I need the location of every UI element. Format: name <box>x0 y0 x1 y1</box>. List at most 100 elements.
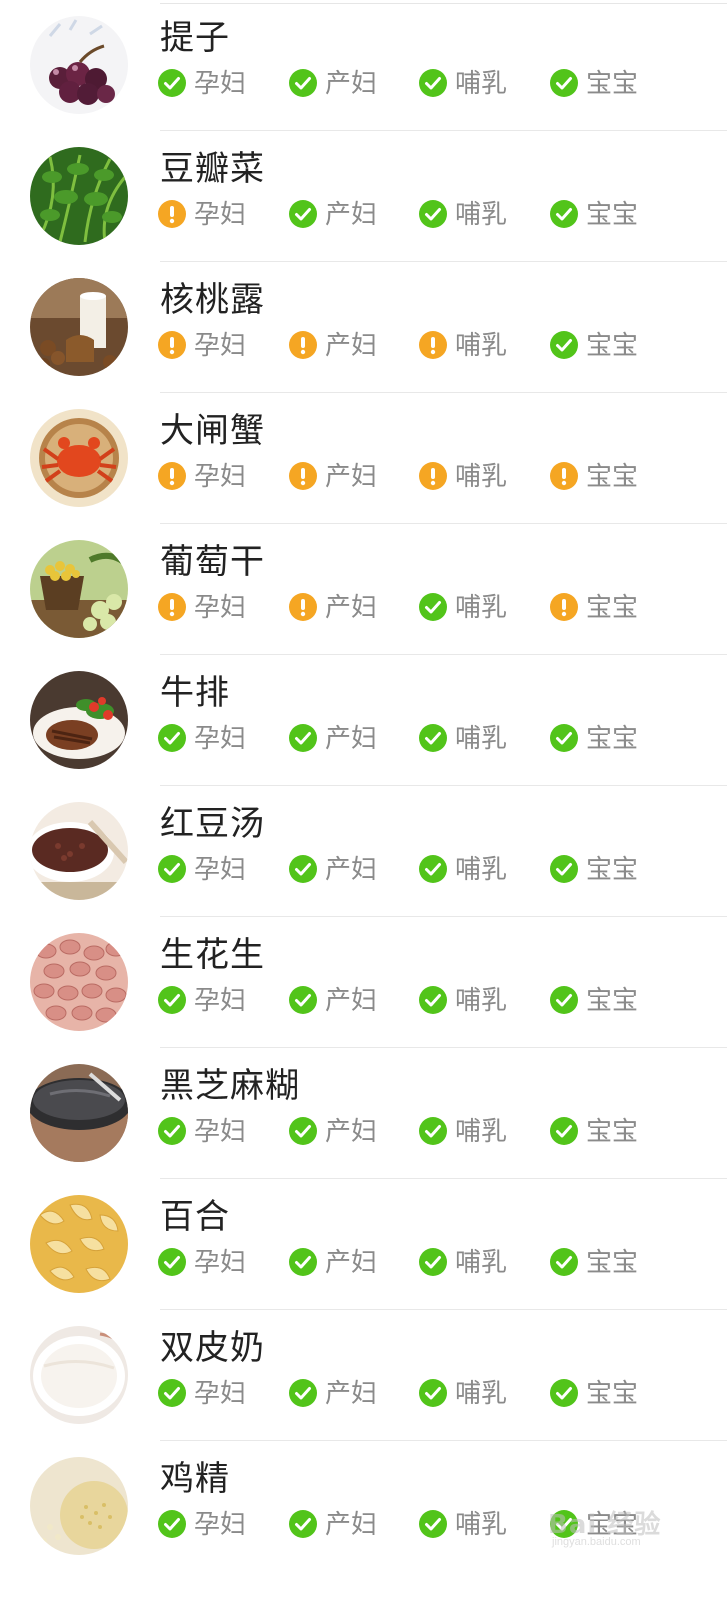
suitability-label: 哺乳 <box>455 199 508 229</box>
check-circle-icon <box>289 855 317 883</box>
suitability-label: 孕妇 <box>194 592 247 622</box>
food-list-item[interactable]: 生花生 孕妇 产妇 哺乳 宝宝 <box>0 917 727 1048</box>
suitability-tag-3: 宝宝 <box>550 459 638 493</box>
suitability-tag-3: 宝宝 <box>550 983 638 1017</box>
suitability-tag-3: 宝宝 <box>550 721 638 755</box>
food-list-item[interactable]: 百合孕妇 产妇 哺乳 宝宝 <box>0 1179 727 1310</box>
food-name: 鸡精 <box>160 1460 230 1498</box>
suitability-label: 哺乳 <box>455 985 508 1015</box>
check-circle-icon <box>550 1117 578 1145</box>
suitability-label: 宝宝 <box>586 723 639 753</box>
suitability-tag-1: 产妇 <box>289 721 377 755</box>
warning-circle-icon <box>158 593 186 621</box>
suitability-tags: 孕妇 产妇 哺乳 宝宝 <box>158 1245 718 1279</box>
food-name: 葡萄干 <box>160 543 265 581</box>
check-circle-icon <box>419 855 447 883</box>
check-circle-icon <box>289 69 317 97</box>
suitability-label: 哺乳 <box>455 1247 508 1277</box>
suitability-tag-1: 产妇 <box>289 328 377 362</box>
suitability-tag-1: 产妇 <box>289 459 377 493</box>
suitability-tags: 孕妇 产妇 哺乳 宝宝 <box>158 328 718 362</box>
suitability-tag-1: 产妇 <box>289 1507 377 1541</box>
warning-circle-icon <box>550 593 578 621</box>
suitability-tag-2: 哺乳 <box>419 1245 507 1279</box>
chicken-essence-photo <box>30 1457 128 1555</box>
watercress-photo <box>30 147 128 245</box>
suitability-label: 产妇 <box>325 592 378 622</box>
food-name: 百合 <box>160 1198 230 1236</box>
suitability-label: 宝宝 <box>586 1509 639 1539</box>
check-circle-icon <box>158 724 186 752</box>
suitability-tag-0: 孕妇 <box>158 66 246 100</box>
suitability-tag-3: 宝宝 <box>550 1507 638 1541</box>
suitability-tags: 孕妇 产妇 哺乳 宝宝 <box>158 1507 718 1541</box>
suitability-label: 宝宝 <box>586 1116 639 1146</box>
suitability-label: 产妇 <box>325 854 378 884</box>
check-circle-icon <box>550 724 578 752</box>
food-list-item[interactable]: 红豆汤 孕妇 产妇 哺乳 宝宝 <box>0 786 727 917</box>
suitability-tags: 孕妇 产妇 哺乳 宝宝 <box>158 1376 718 1410</box>
food-list-item[interactable]: 鸡精 孕妇 产妇 哺乳 宝宝 <box>0 1441 727 1572</box>
food-list-item[interactable]: 核桃露 孕妇 产妇 哺乳 宝宝 <box>0 262 727 393</box>
check-circle-icon <box>550 200 578 228</box>
warning-circle-icon <box>289 331 317 359</box>
check-circle-icon <box>289 1379 317 1407</box>
suitability-tag-1: 产妇 <box>289 66 377 100</box>
check-circle-icon <box>158 1510 186 1538</box>
suitability-tag-2: 哺乳 <box>419 590 507 624</box>
suitability-label: 孕妇 <box>194 985 247 1015</box>
suitability-tag-1: 产妇 <box>289 1376 377 1410</box>
suitability-tag-2: 哺乳 <box>419 983 507 1017</box>
suitability-tag-1: 产妇 <box>289 852 377 886</box>
food-list-item[interactable]: 豆瓣菜 孕妇 产妇 哺乳 宝宝 <box>0 131 727 262</box>
suitability-tag-2: 哺乳 <box>419 1507 507 1541</box>
food-list-item[interactable]: 大闸蟹 孕妇 产妇 哺乳 宝宝 <box>0 393 727 524</box>
suitability-label: 孕妇 <box>194 461 247 491</box>
suitability-label: 宝宝 <box>586 854 639 884</box>
warning-circle-icon <box>550 462 578 490</box>
food-list-item[interactable]: 提子 孕妇 产妇 哺乳 宝宝 <box>0 0 727 131</box>
suitability-tags: 孕妇 产妇 哺乳 宝宝 <box>158 721 718 755</box>
suitability-label: 宝宝 <box>586 461 639 491</box>
food-list-item[interactable]: 黑芝麻糊 孕妇 产妇 哺乳 宝宝 <box>0 1048 727 1179</box>
check-circle-icon <box>550 986 578 1014</box>
check-circle-icon <box>158 1117 186 1145</box>
warning-circle-icon <box>158 331 186 359</box>
check-circle-icon <box>289 1510 317 1538</box>
suitability-tag-2: 哺乳 <box>419 459 507 493</box>
suitability-tag-3: 宝宝 <box>550 1114 638 1148</box>
suitability-tag-2: 哺乳 <box>419 1376 507 1410</box>
check-circle-icon <box>550 331 578 359</box>
suitability-tags: 孕妇 产妇 哺乳 宝宝 <box>158 459 718 493</box>
suitability-label: 宝宝 <box>586 330 639 360</box>
suitability-tag-1: 产妇 <box>289 590 377 624</box>
suitability-tag-0: 孕妇 <box>158 1245 246 1279</box>
food-list-item[interactable]: 牛排 孕妇 产妇 哺乳 宝宝 <box>0 655 727 786</box>
suitability-label: 产妇 <box>325 1247 378 1277</box>
food-list-item[interactable]: 双皮奶 孕妇 产妇 哺乳 宝宝 <box>0 1310 727 1441</box>
suitability-tag-1: 产妇 <box>289 1245 377 1279</box>
check-circle-icon <box>419 724 447 752</box>
suitability-label: 产妇 <box>325 1378 378 1408</box>
suitability-tag-2: 哺乳 <box>419 721 507 755</box>
suitability-label: 孕妇 <box>194 199 247 229</box>
raisins-photo <box>30 540 128 638</box>
warning-circle-icon <box>158 462 186 490</box>
suitability-tag-3: 宝宝 <box>550 66 638 100</box>
suitability-tag-0: 孕妇 <box>158 1376 246 1410</box>
suitability-label: 产妇 <box>325 985 378 1015</box>
hairy-crab-photo <box>30 409 128 507</box>
suitability-label: 产妇 <box>325 68 378 98</box>
suitability-label: 哺乳 <box>455 1509 508 1539</box>
suitability-tag-2: 哺乳 <box>419 66 507 100</box>
suitability-label: 宝宝 <box>586 1247 639 1277</box>
suitability-tags: 孕妇 产妇 哺乳 宝宝 <box>158 197 718 231</box>
check-circle-icon <box>158 855 186 883</box>
suitability-label: 孕妇 <box>194 1378 247 1408</box>
check-circle-icon <box>550 69 578 97</box>
food-list-item[interactable]: 葡萄干孕妇 产妇 哺乳 宝宝 <box>0 524 727 655</box>
suitability-label: 哺乳 <box>455 854 508 884</box>
check-circle-icon <box>550 1379 578 1407</box>
warning-circle-icon <box>289 462 317 490</box>
suitability-tag-3: 宝宝 <box>550 590 638 624</box>
